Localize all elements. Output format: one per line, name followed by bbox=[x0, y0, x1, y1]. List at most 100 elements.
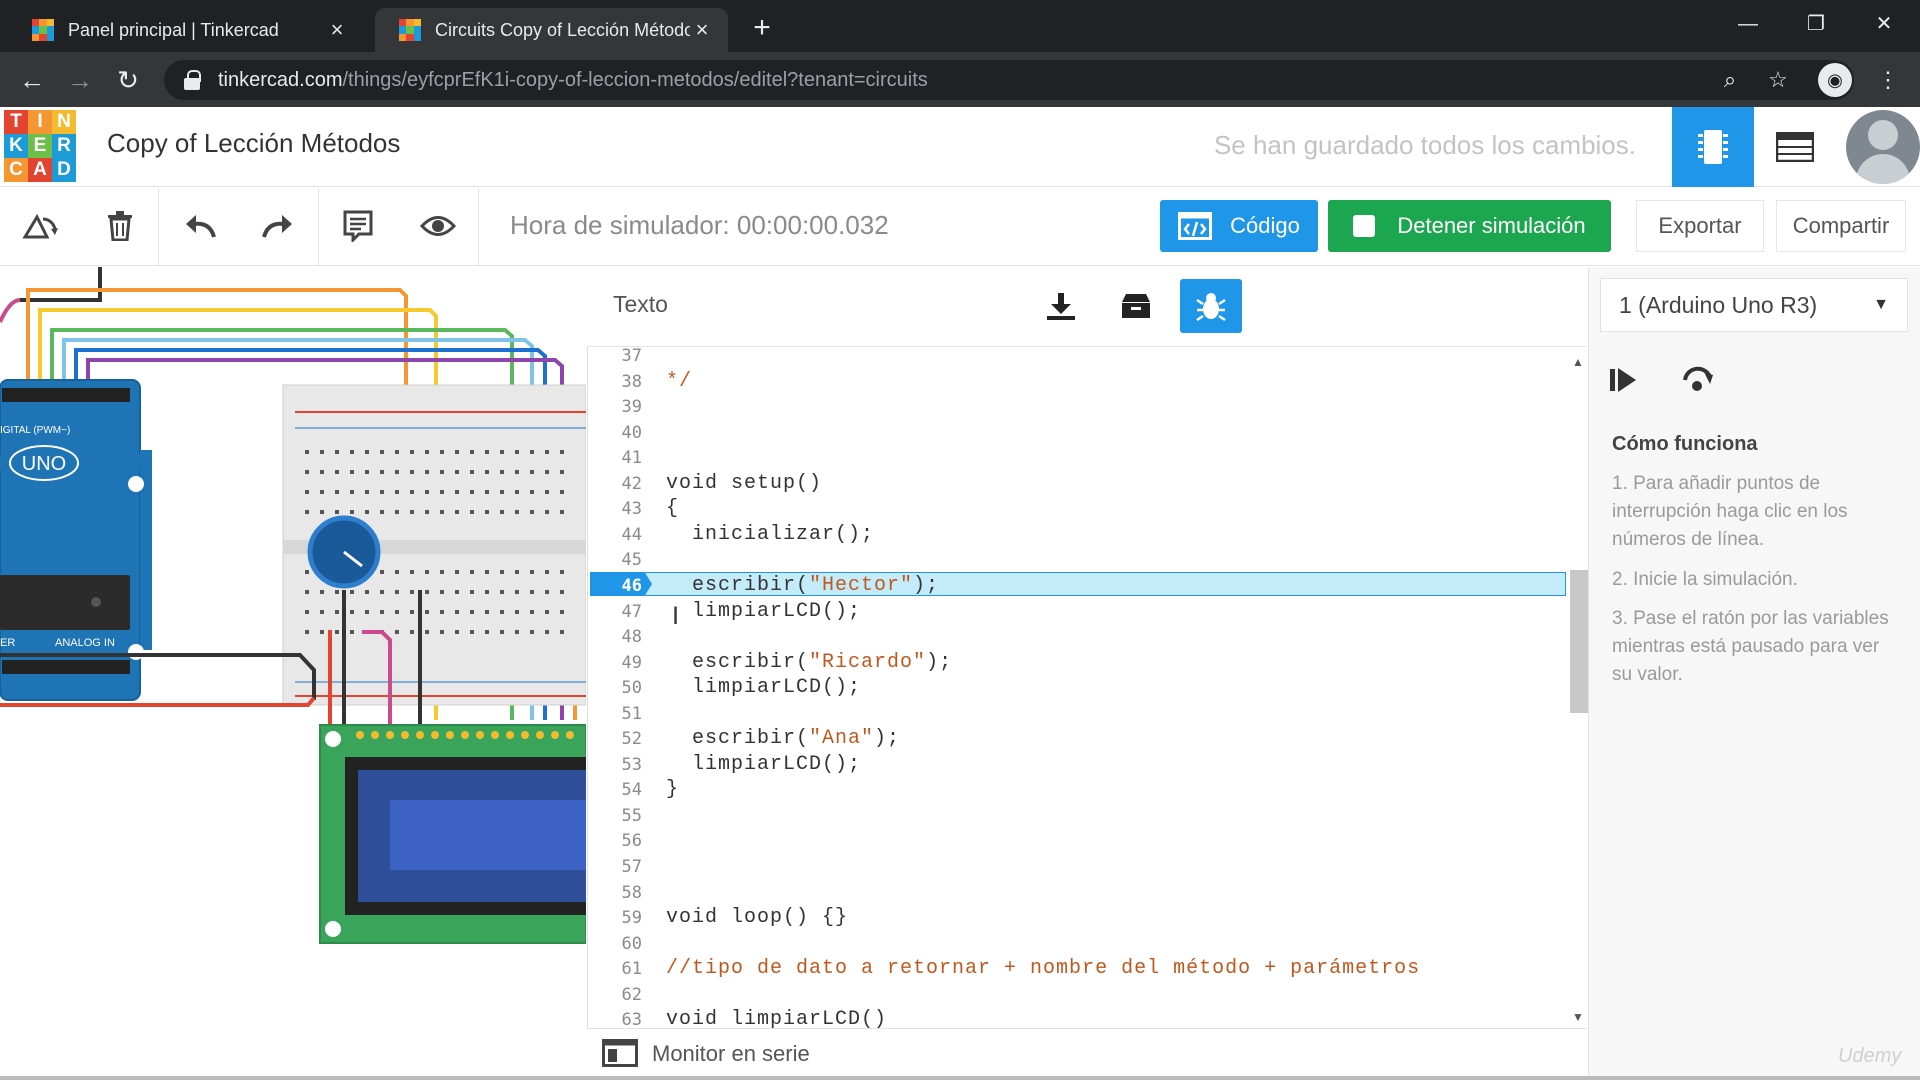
list-icon bbox=[1776, 132, 1814, 162]
line-number[interactable]: 42 bbox=[587, 474, 642, 494]
code-line[interactable]: */ bbox=[666, 370, 692, 393]
line-number[interactable]: 40 bbox=[587, 423, 642, 443]
line-number[interactable]: 44 bbox=[587, 525, 642, 545]
line-number[interactable]: 54 bbox=[587, 780, 642, 800]
line-number[interactable]: 48 bbox=[587, 627, 642, 647]
debugger-button[interactable] bbox=[1180, 279, 1242, 333]
libraries-button[interactable] bbox=[1105, 279, 1167, 333]
code-scrollbar[interactable] bbox=[1570, 570, 1588, 713]
line-number[interactable]: 52 bbox=[587, 729, 642, 749]
line-number[interactable]: 53 bbox=[587, 755, 642, 775]
tinkercad-logo[interactable]: T I N K E R C A D bbox=[4, 110, 76, 182]
line-number[interactable]: 58 bbox=[587, 883, 642, 903]
line-number[interactable]: 56 bbox=[587, 831, 642, 851]
browser-tab-panel[interactable]: Panel principal | Tinkercad × bbox=[8, 8, 363, 52]
line-number[interactable]: 59 bbox=[587, 908, 642, 928]
line-number[interactable]: 60 bbox=[587, 934, 642, 954]
line-number[interactable]: 57 bbox=[587, 857, 642, 877]
code-line[interactable]: inicializar(); bbox=[666, 523, 874, 546]
line-number[interactable]: 43 bbox=[587, 499, 642, 519]
tinkercad-favicon-icon bbox=[32, 19, 54, 41]
circuit-view-button[interactable] bbox=[1672, 107, 1754, 187]
forward-icon[interactable]: → bbox=[62, 62, 98, 98]
line-number[interactable]: 47 bbox=[587, 602, 642, 622]
zoom-icon[interactable]: ⌕ bbox=[1712, 62, 1748, 98]
visibility-eye-icon[interactable] bbox=[410, 200, 466, 252]
logo-letter: C bbox=[4, 158, 28, 182]
undo-icon[interactable] bbox=[172, 200, 228, 252]
code-line[interactable]: limpiarLCD(); bbox=[666, 676, 861, 699]
line-number[interactable]: 55 bbox=[587, 806, 642, 826]
line-number[interactable]: 49 bbox=[587, 653, 642, 673]
export-button[interactable]: Exportar bbox=[1636, 200, 1764, 252]
code-line[interactable]: } bbox=[666, 778, 679, 801]
how-it-works-title: Cómo funciona bbox=[1612, 433, 1758, 455]
toolbar-divider bbox=[318, 188, 319, 266]
code-line[interactable]: limpiarLCD(); bbox=[666, 600, 861, 623]
url-path: /things/eyfcprEfK1i-copy-of-leccion-meto… bbox=[342, 68, 928, 91]
line-number[interactable]: 62 bbox=[587, 985, 642, 1005]
delete-icon[interactable] bbox=[92, 200, 148, 252]
resume-step-button[interactable] bbox=[1606, 365, 1640, 395]
back-icon[interactable]: ← bbox=[14, 62, 50, 98]
code-button-label: Código bbox=[1230, 213, 1300, 238]
rotate-icon[interactable] bbox=[12, 200, 68, 252]
step-over-button[interactable] bbox=[1680, 364, 1716, 396]
tinkercad-favicon-icon bbox=[399, 19, 421, 41]
circuit-canvas[interactable]: UNO IGITAL (PWM~) ANALOG IN ER bbox=[0, 267, 586, 1080]
code-line[interactable]: void setup() bbox=[666, 472, 822, 495]
reload-icon[interactable]: ↻ bbox=[110, 62, 146, 98]
code-line[interactable]: escribir("Ana"); bbox=[666, 727, 900, 750]
code-line[interactable]: limpiarLCD(); bbox=[666, 753, 861, 776]
bug-icon bbox=[1196, 293, 1226, 322]
download-code-button[interactable] bbox=[1030, 279, 1092, 333]
line-number[interactable]: 41 bbox=[587, 448, 642, 468]
serial-monitor-label[interactable]: Monitor en serie bbox=[652, 1041, 810, 1067]
notes-icon[interactable] bbox=[330, 200, 386, 252]
code-line[interactable]: escribir("Ricardo"); bbox=[666, 651, 952, 674]
line-number[interactable]: 50 bbox=[587, 678, 642, 698]
scroll-up-arrow-icon[interactable]: ▲ bbox=[1572, 355, 1586, 369]
code-button[interactable]: Código bbox=[1160, 200, 1318, 252]
logo-letter: N bbox=[52, 110, 76, 134]
resume-icon bbox=[1610, 368, 1636, 392]
line-number[interactable]: 61 bbox=[587, 959, 642, 979]
share-button[interactable]: Compartir bbox=[1776, 200, 1906, 252]
scroll-down-arrow-icon[interactable]: ▼ bbox=[1572, 1010, 1586, 1024]
logo-letter: R bbox=[52, 134, 76, 158]
stop-simulation-button[interactable]: Detener simulación bbox=[1328, 200, 1611, 252]
close-tab-icon[interactable]: × bbox=[690, 18, 714, 42]
line-number[interactable]: 46 bbox=[587, 576, 642, 596]
circuit-drawing: UNO IGITAL (PWM~) ANALOG IN ER bbox=[0, 267, 586, 944]
logo-letter: E bbox=[28, 134, 52, 158]
url-input[interactable]: tinkercad.com/things/eyfcprEfK1i-copy-of… bbox=[164, 60, 1854, 100]
code-line[interactable]: void loop() {} bbox=[666, 906, 848, 929]
line-number[interactable]: 51 bbox=[587, 704, 642, 724]
code-line[interactable]: escribir("Hector"); bbox=[666, 574, 939, 597]
new-tab-icon[interactable]: + bbox=[742, 10, 782, 46]
editor-mode-label[interactable]: Texto bbox=[613, 291, 668, 318]
menu-dots-icon[interactable]: ⋮ bbox=[1870, 62, 1906, 98]
line-number[interactable]: 45 bbox=[587, 550, 642, 570]
line-number[interactable]: 39 bbox=[587, 397, 642, 417]
restore-icon[interactable]: ❐ bbox=[1786, 6, 1846, 42]
line-number[interactable]: 38 bbox=[587, 372, 642, 392]
avatar[interactable] bbox=[1846, 110, 1920, 184]
device-select[interactable]: 1 (Arduino Uno R3) ▼ bbox=[1600, 278, 1908, 332]
incognito-profile-icon[interactable]: ◉ bbox=[1818, 63, 1852, 97]
bookmark-star-icon[interactable]: ☆ bbox=[1760, 62, 1796, 98]
close-tab-icon[interactable]: × bbox=[325, 18, 349, 42]
redo-icon[interactable] bbox=[250, 200, 306, 252]
svg-text:IGITAL (PWM~): IGITAL (PWM~) bbox=[0, 425, 70, 436]
line-number[interactable]: 37 bbox=[587, 346, 642, 366]
browser-tab-circuits[interactable]: Circuits Copy of Lección Métodos × bbox=[375, 8, 728, 52]
serial-monitor-icon bbox=[602, 1039, 638, 1067]
code-line[interactable]: { bbox=[666, 497, 679, 520]
design-title[interactable]: Copy of Lección Métodos bbox=[107, 128, 400, 159]
minimize-icon[interactable]: — bbox=[1718, 6, 1778, 42]
text-cursor-icon: I bbox=[672, 602, 680, 630]
code-line[interactable]: //tipo de dato a retornar + nombre del m… bbox=[666, 957, 1420, 980]
close-window-icon[interactable]: ✕ bbox=[1854, 6, 1914, 42]
component-list-button[interactable] bbox=[1754, 107, 1836, 187]
device-select-value: 1 (Arduino Uno R3) bbox=[1619, 291, 1818, 318]
